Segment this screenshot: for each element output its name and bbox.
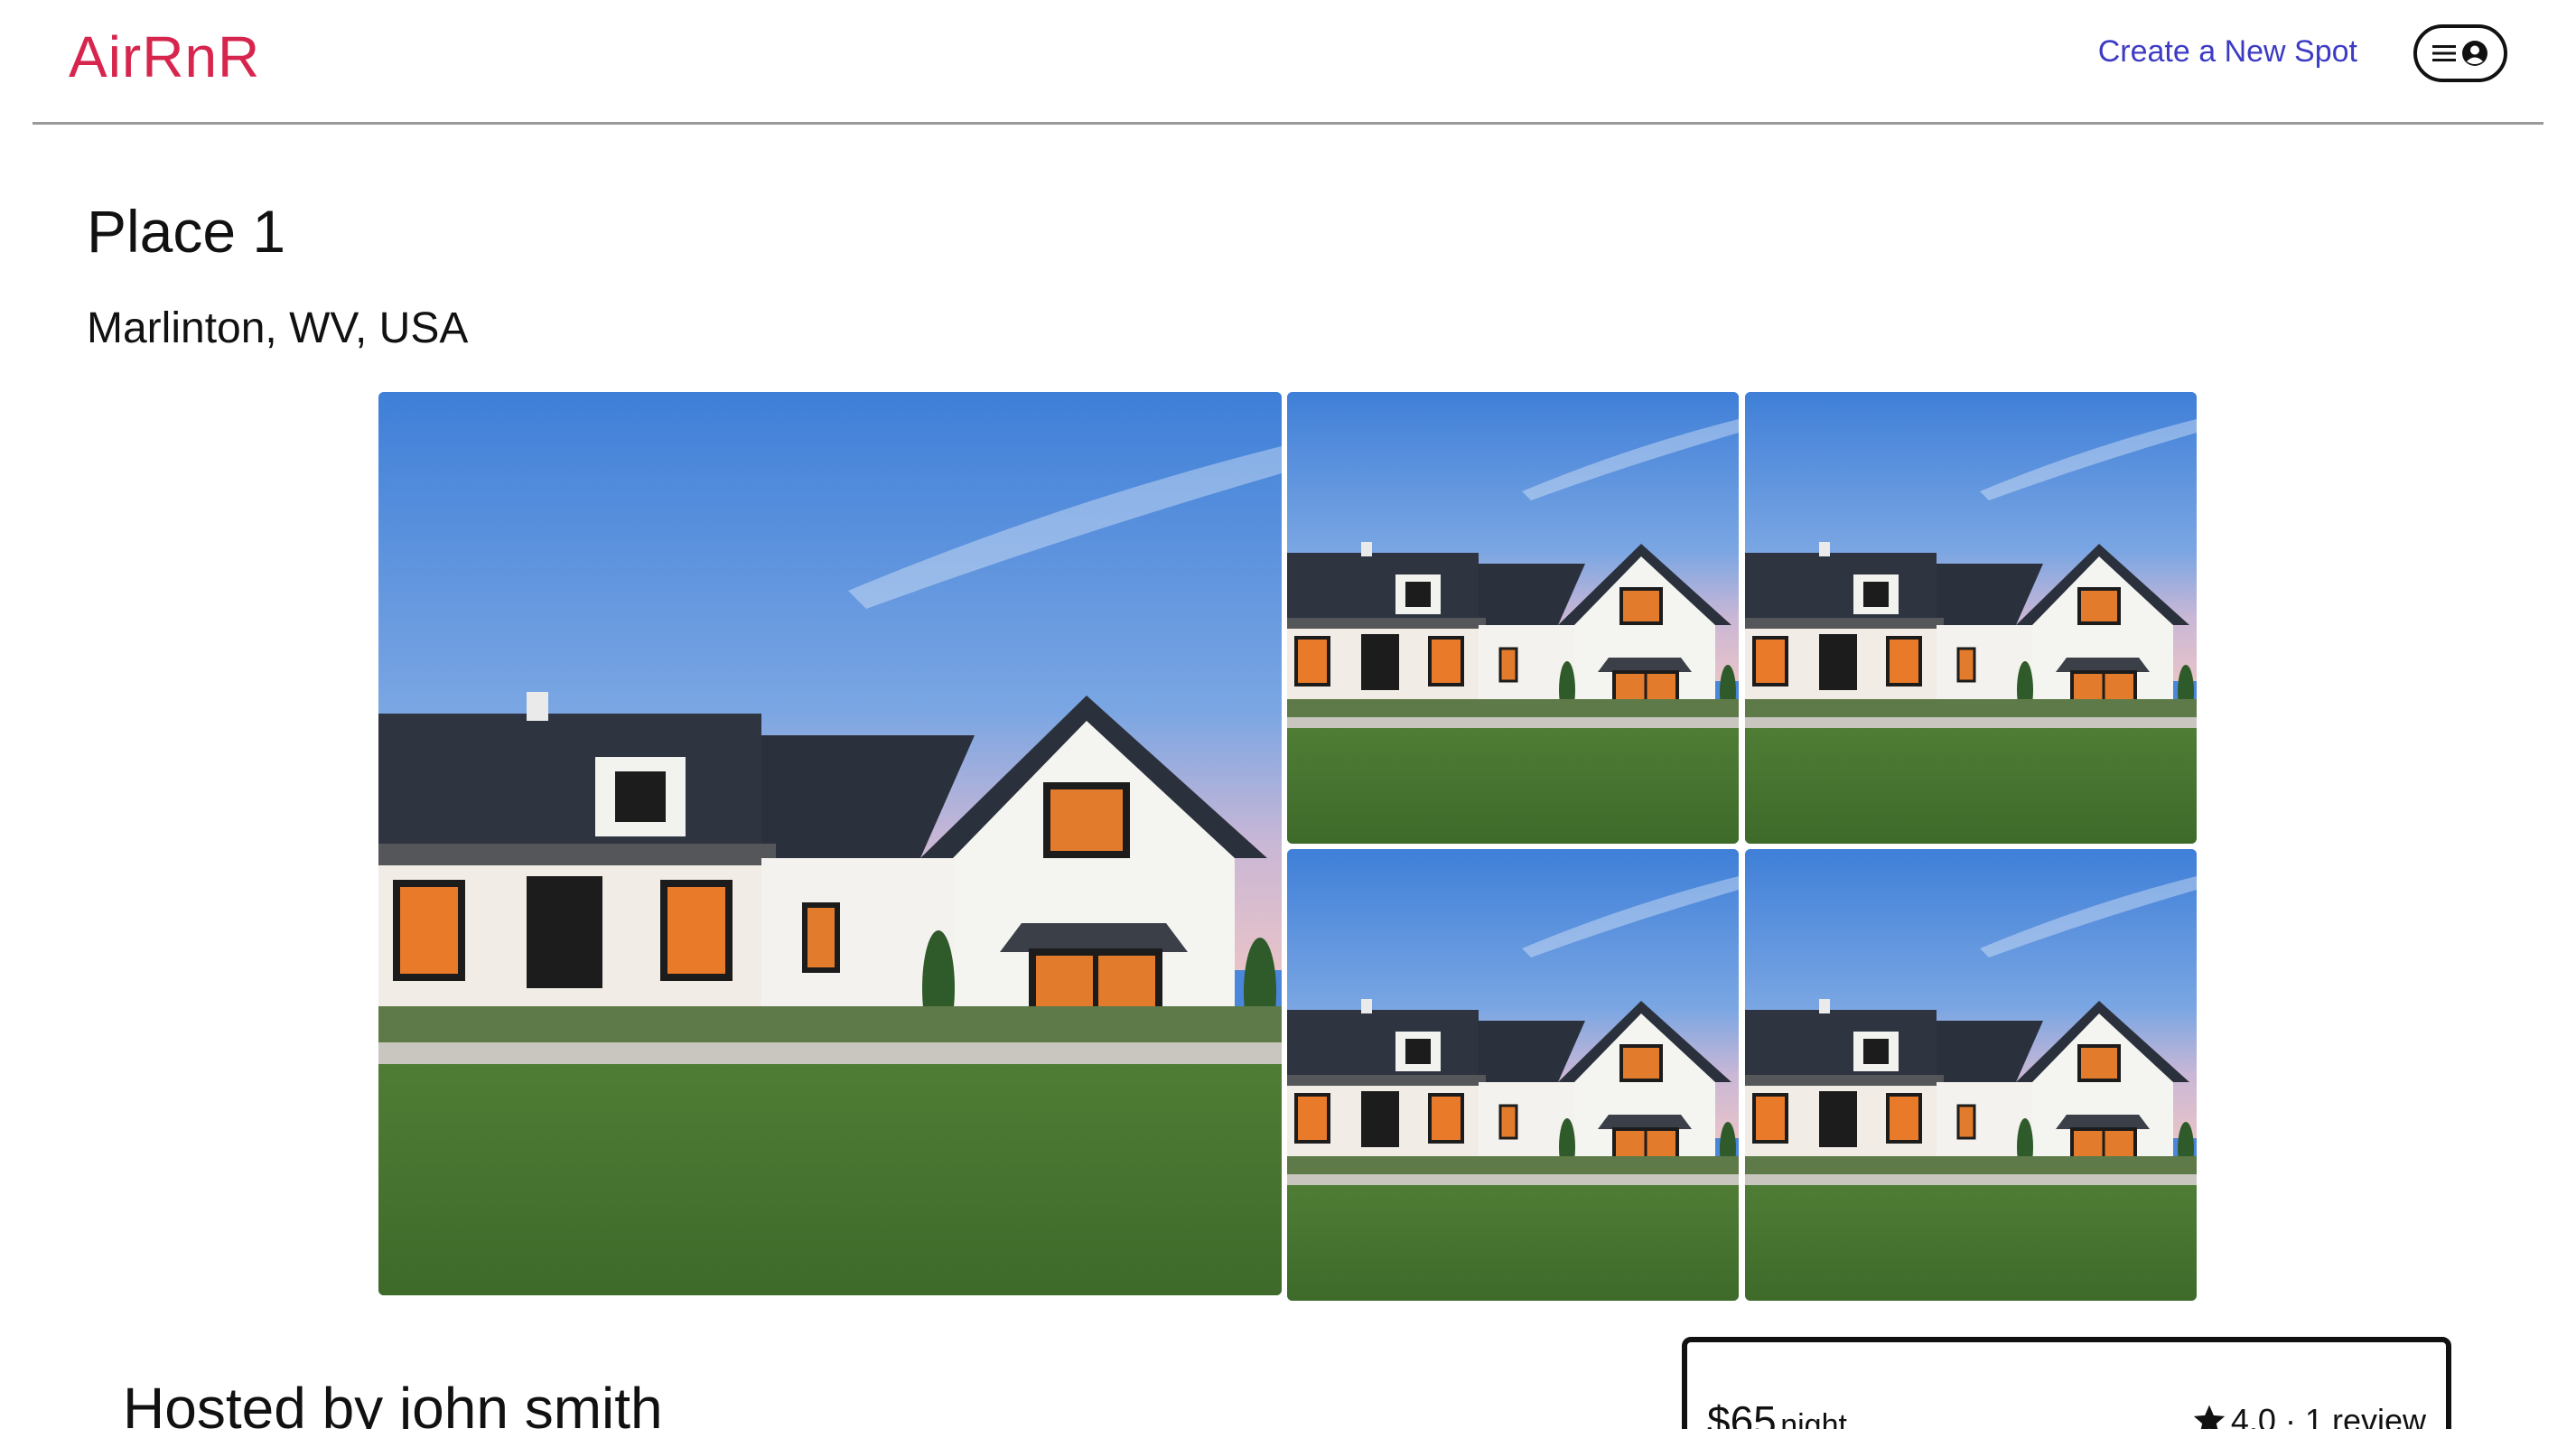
create-new-spot-link[interactable]: Create a New Spot	[2098, 34, 2357, 70]
spot-title: Place 1	[87, 198, 286, 265]
airrnr-logo[interactable]: AirRnR	[69, 23, 260, 90]
price-amount: $65	[1707, 1397, 1777, 1429]
spot-main-image[interactable]	[378, 392, 1282, 1295]
spot-image[interactable]	[1745, 849, 2197, 1301]
spot-image[interactable]	[1287, 392, 1739, 844]
hosted-by-heading: Hosted by john smith	[123, 1376, 663, 1429]
user-circle-icon	[2461, 40, 2488, 67]
spot-location: Marlinton, WV, USA	[87, 304, 469, 352]
price-per-night: $65 night	[1707, 1396, 1847, 1429]
menu-icon	[2432, 43, 2456, 63]
star-icon	[2191, 1403, 2227, 1429]
booking-card: $65 night 4.0 · 1 review	[1682, 1337, 2451, 1429]
rating-text: 4.0 · 1 review	[2230, 1402, 2426, 1429]
spot-details-page: AirRnR Create a New Spot Place 1 Marlint…	[0, 0, 2576, 1429]
profile-menu-button[interactable]	[2413, 24, 2507, 82]
rating-summary: 4.0 · 1 review	[2191, 1402, 2426, 1429]
photo-gallery	[378, 392, 2197, 1301]
spot-image[interactable]	[1745, 392, 2197, 844]
price-unit: night	[1780, 1408, 1847, 1429]
spot-image[interactable]	[1287, 849, 1739, 1301]
top-nav: AirRnR Create a New Spot	[33, 0, 2543, 125]
